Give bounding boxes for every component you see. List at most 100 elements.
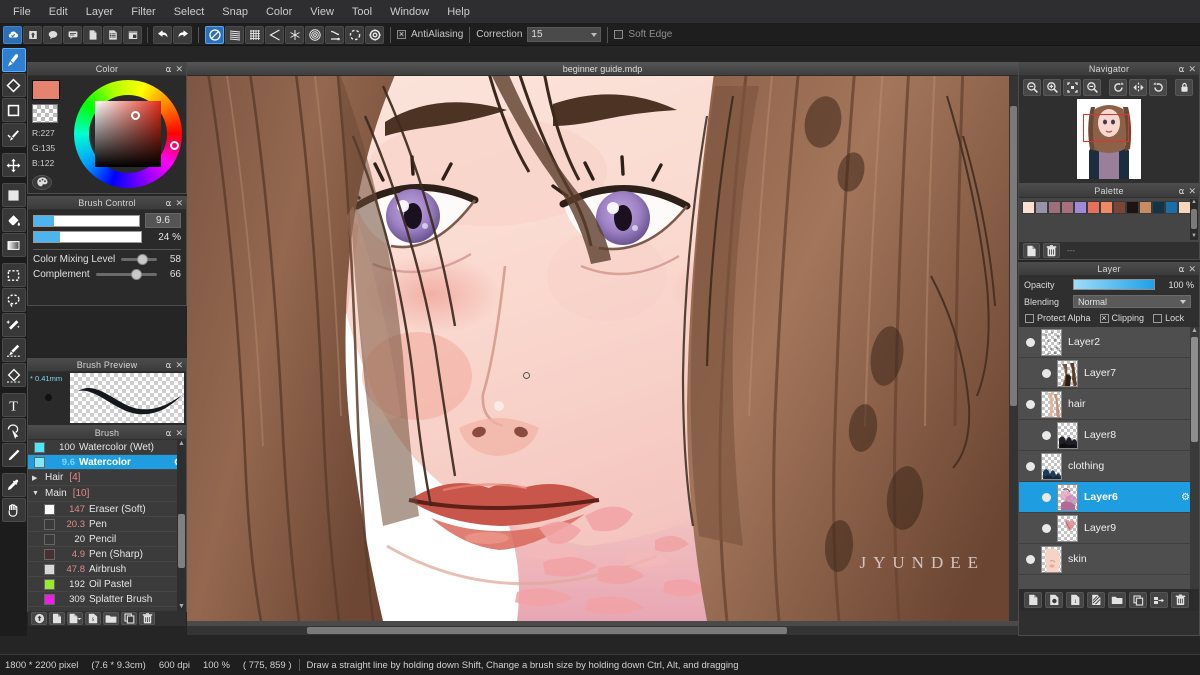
parallel-lines-snap-button[interactable] xyxy=(225,25,244,44)
brush-item-watercolor-wet[interactable]: 100 Watercolor (Wet) xyxy=(28,440,186,455)
scroll-up-arrow-icon[interactable]: ▲ xyxy=(178,440,185,448)
layer-visibility-toggle[interactable] xyxy=(1026,554,1035,564)
new-palette-icon[interactable] xyxy=(1023,243,1040,258)
menu-item-edit[interactable]: Edit xyxy=(40,3,77,21)
layer-visibility-toggle[interactable] xyxy=(1042,368,1051,378)
menu-item-filter[interactable]: Filter xyxy=(122,3,164,21)
undo-button[interactable] xyxy=(153,25,172,44)
script-brush-icon[interactable]: S xyxy=(85,612,101,625)
magic-wand-tool[interactable] xyxy=(1,313,26,337)
redo-button[interactable] xyxy=(173,25,192,44)
chat-button[interactable] xyxy=(63,25,82,44)
bucket-tool[interactable] xyxy=(1,208,26,232)
menu-item-file[interactable]: File xyxy=(4,3,40,21)
background-transparent-swatch[interactable] xyxy=(32,104,58,123)
upload-button[interactable] xyxy=(23,25,42,44)
fit-screen-icon[interactable] xyxy=(1063,79,1081,96)
layer-row-layer6[interactable]: Layer6 ⚙ xyxy=(1019,482,1199,513)
add-1bit-layer-icon[interactable]: 1 xyxy=(1066,592,1084,608)
transform-select-tool[interactable] xyxy=(1,418,26,442)
concentric-circle-snap-button[interactable] xyxy=(305,25,324,44)
menu-item-view[interactable]: View xyxy=(301,3,343,21)
close-icon[interactable]: ✕ xyxy=(175,428,183,439)
palette-swatch[interactable] xyxy=(1048,201,1061,214)
palette-scrollbar[interactable]: ▲ ▼ xyxy=(1190,199,1198,240)
zoom-out-icon[interactable] xyxy=(1083,79,1101,96)
curve-snap-button[interactable] xyxy=(325,25,344,44)
gradient-tool[interactable] xyxy=(1,233,26,257)
layer-row-skin[interactable]: skin xyxy=(1019,544,1199,575)
checkbox-lock[interactable]: Lock xyxy=(1153,313,1184,323)
pen-tool[interactable] xyxy=(1,123,26,147)
menu-item-layer[interactable]: Layer xyxy=(77,3,123,21)
eyedropper-tool[interactable] xyxy=(1,473,26,497)
color-wheel[interactable] xyxy=(71,80,182,192)
palette-swatch[interactable] xyxy=(1035,201,1048,214)
gear-snap-button[interactable] xyxy=(365,25,384,44)
saturation-value-square[interactable] xyxy=(94,101,161,167)
flip-horizontal-icon[interactable] xyxy=(1129,79,1147,96)
select-eraser-tool[interactable] xyxy=(1,363,26,387)
layer-row-layer2[interactable]: Layer2 xyxy=(1019,327,1199,358)
checkbox-box[interactable] xyxy=(1153,313,1163,323)
palette-swatch[interactable] xyxy=(1139,201,1152,214)
palette-swatch[interactable] xyxy=(1113,201,1126,214)
delete-layer-icon[interactable] xyxy=(1171,592,1189,608)
gear-icon[interactable]: ⚙ xyxy=(1181,492,1190,503)
palette-swatch[interactable] xyxy=(1061,201,1074,214)
slider-track[interactable] xyxy=(121,254,157,265)
palette-swatch-area[interactable]: ▲ ▼ xyxy=(1019,198,1199,242)
undock-icon[interactable]: ⍺ xyxy=(166,198,172,209)
layer-visibility-toggle[interactable] xyxy=(1042,523,1051,533)
close-icon[interactable]: ✕ xyxy=(1188,64,1196,75)
brush-item-airbrush[interactable]: 47.8 Airbrush xyxy=(28,562,186,577)
new-brush-icon[interactable] xyxy=(49,612,65,625)
foreground-color-swatch[interactable] xyxy=(32,80,60,100)
list-document-button[interactable] xyxy=(103,25,122,44)
palette-scroll-up-icon[interactable]: ▲ xyxy=(1190,199,1198,206)
pencil-tool[interactable] xyxy=(1,443,26,467)
palette-swatch[interactable] xyxy=(1074,201,1087,214)
brush-group-hair[interactable]: ▶ Hair [4] xyxy=(28,470,186,486)
canvas-horizontal-scrollbar[interactable] xyxy=(187,626,1018,635)
shape-tool[interactable] xyxy=(1,98,26,122)
undock-icon[interactable]: ⍺ xyxy=(166,64,172,75)
select-rect-tool[interactable] xyxy=(1,263,26,287)
layer-visibility-toggle[interactable] xyxy=(1042,492,1051,502)
zoom-reset-icon[interactable] xyxy=(1023,79,1041,96)
brush-opacity-slider[interactable] xyxy=(33,231,142,243)
rotate-right-icon[interactable] xyxy=(1149,79,1167,96)
checkbox-protect-alpha[interactable]: Protect Alpha xyxy=(1025,313,1091,323)
menu-item-select[interactable]: Select xyxy=(165,3,214,21)
scroll-down-arrow-icon[interactable]: ▼ xyxy=(178,603,185,611)
brush-list-scrollbar[interactable]: ▲ ▼ xyxy=(177,440,186,611)
snap-off-button[interactable] xyxy=(205,25,224,44)
palette-swatch[interactable] xyxy=(1126,201,1139,214)
layer-row-hair[interactable]: hair xyxy=(1019,389,1199,420)
trash-icon[interactable] xyxy=(139,612,155,625)
blending-dropdown[interactable]: Normal xyxy=(1073,295,1191,308)
close-icon[interactable]: ✕ xyxy=(1188,264,1196,275)
scroll-thumb[interactable] xyxy=(1191,337,1198,442)
navigator-viewport-rect[interactable] xyxy=(1083,114,1129,142)
close-icon[interactable]: ✕ xyxy=(175,198,183,209)
palette-scroll-down-icon[interactable]: ▼ xyxy=(1190,233,1198,240)
perspective-snap-button[interactable] xyxy=(265,25,284,44)
delete-palette-icon[interactable] xyxy=(1043,243,1060,258)
menu-item-help[interactable]: Help xyxy=(438,3,479,21)
navigator-preview[interactable] xyxy=(1019,98,1199,180)
brush-group-main[interactable]: ▼ Main [10] xyxy=(28,486,186,502)
grid-snap-button[interactable] xyxy=(245,25,264,44)
palette-icon[interactable] xyxy=(32,174,52,190)
brush-item-eraser-soft[interactable]: 147 Eraser (Soft) xyxy=(28,502,186,517)
circle-snap-button[interactable] xyxy=(345,25,364,44)
slider-knob[interactable] xyxy=(136,254,148,265)
close-icon[interactable]: ✕ xyxy=(175,360,183,371)
slider-track[interactable] xyxy=(95,269,157,280)
layer-visibility-toggle[interactable] xyxy=(1026,399,1035,409)
palette-swatch[interactable] xyxy=(1152,201,1165,214)
checkbox-clipping[interactable]: Clipping xyxy=(1099,313,1144,323)
eraser-tool[interactable] xyxy=(1,73,26,97)
add-brush-dropdown-icon[interactable] xyxy=(67,612,83,625)
correction-dropdown[interactable]: 15 xyxy=(527,27,602,42)
